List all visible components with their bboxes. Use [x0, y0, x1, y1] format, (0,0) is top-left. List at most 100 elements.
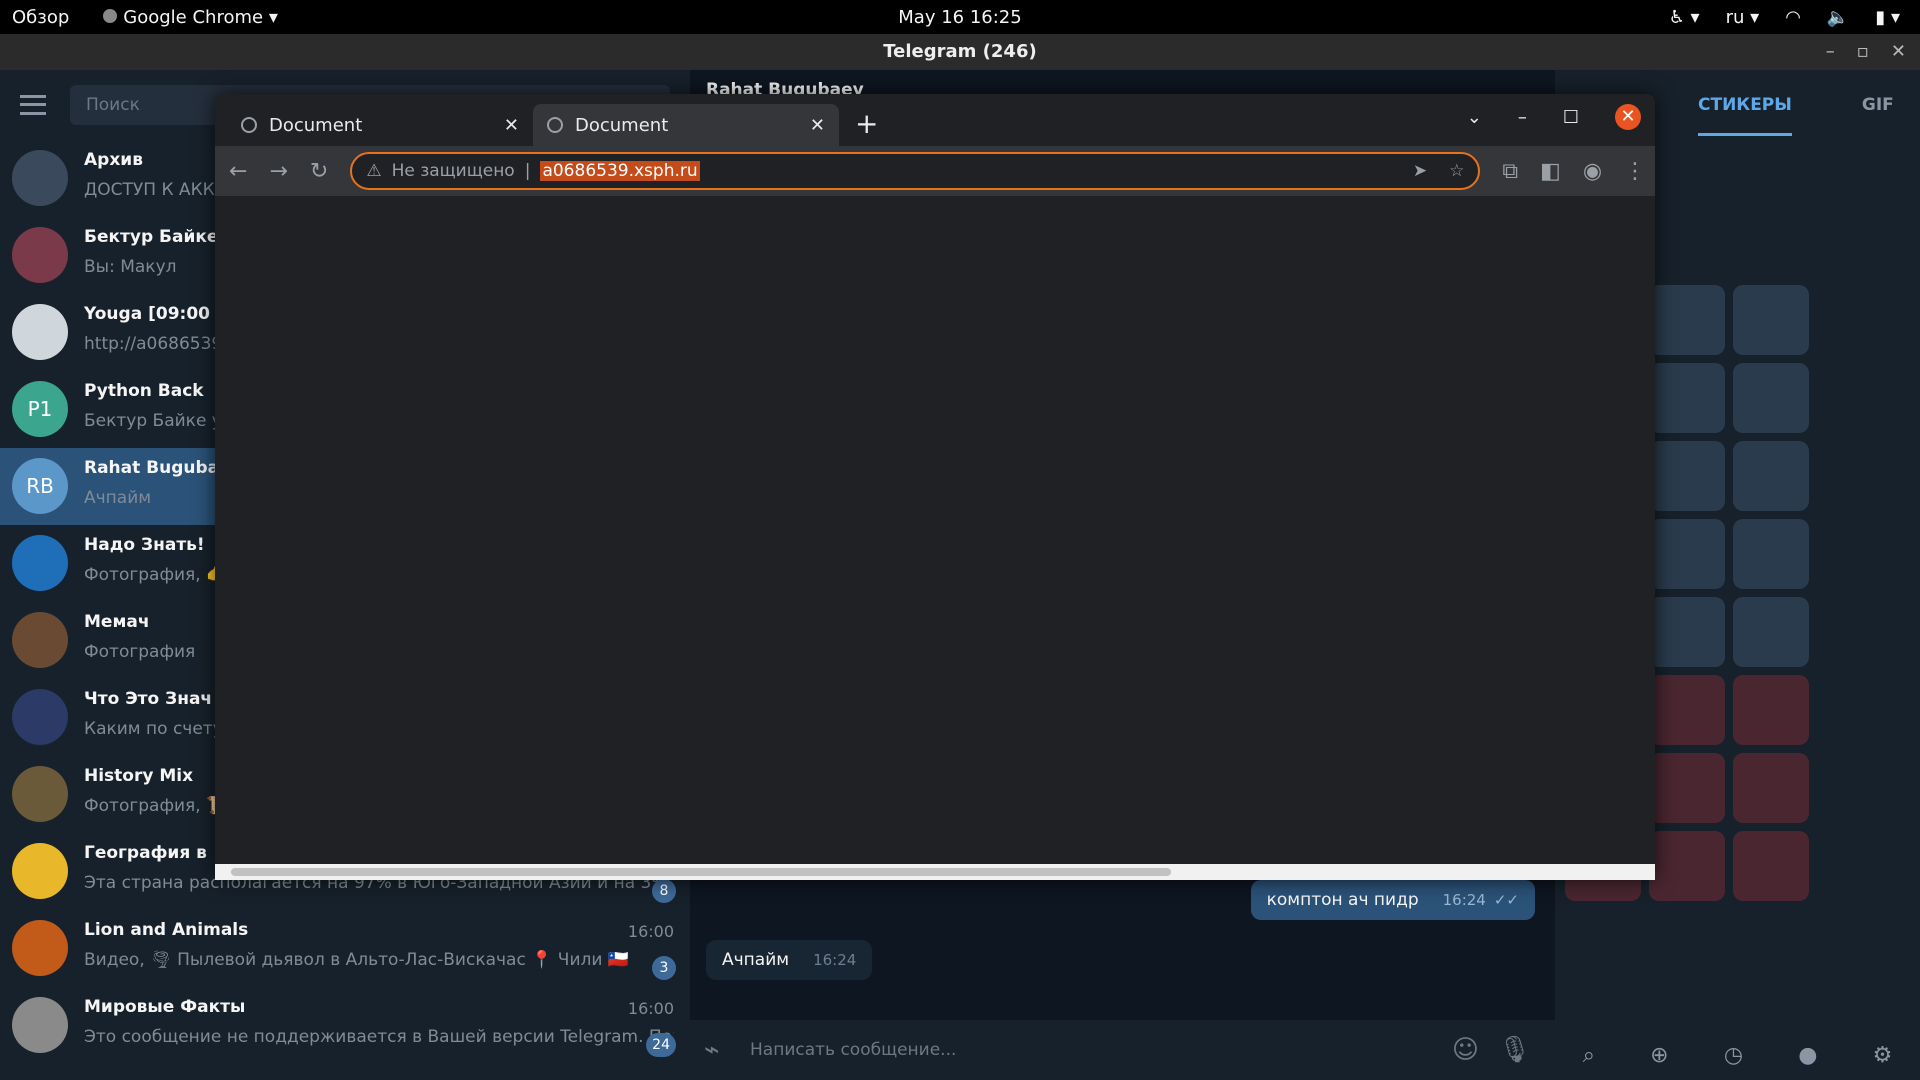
sticker-thumbnail[interactable] [1733, 675, 1809, 745]
minimize-icon[interactable]: – [1518, 107, 1527, 128]
browser-tab[interactable]: Document ✕ [227, 104, 533, 146]
avatar [12, 304, 68, 360]
url-text[interactable]: a0686539.xsph.ru [540, 161, 700, 181]
minimize-icon[interactable]: – [1826, 34, 1835, 70]
message-input[interactable]: Написать сообщение... [750, 1040, 956, 1060]
page-content-omitted [215, 196, 1655, 870]
security-label[interactable]: Не защищено [392, 161, 515, 181]
maximize-icon[interactable]: ▫ [1857, 34, 1869, 70]
sticker-set-icon[interactable]: ● [1798, 1043, 1817, 1068]
chat-item[interactable]: Lion and Animals Видео, 🌪 Пылевой дьявол … [0, 910, 690, 987]
globe-icon [241, 117, 257, 133]
window-title: Telegram (246) [883, 41, 1037, 62]
sticker-thumbnail[interactable] [1733, 285, 1809, 355]
extensions-icon[interactable]: ⧉ [1502, 159, 1518, 184]
address-bar[interactable]: ⚠ Не защищено | a0686539.xsph.ru ➤ ☆ [350, 152, 1481, 190]
message-time: 16:24 [1442, 891, 1486, 909]
accessibility-icon[interactable]: ♿ ▾ [1669, 7, 1700, 28]
scrollbar-thumb[interactable] [231, 868, 1171, 876]
tab-gif[interactable]: GIF [1862, 95, 1894, 115]
horizontal-scrollbar[interactable] [215, 864, 1655, 880]
sticker-thumbnail[interactable] [1733, 519, 1809, 589]
message-text: комптон ач пидр [1266, 890, 1419, 910]
telegram-titlebar: Telegram (246) – ▫ ✕ [0, 34, 1920, 70]
profile-avatar[interactable]: ◉ [1583, 159, 1602, 184]
chat-name: Lion and Animals [84, 920, 249, 940]
browser-tab-active[interactable]: Document ✕ [533, 104, 839, 146]
chat-name: Мировые Факты [84, 997, 246, 1017]
clock[interactable]: May 16 16:25 [0, 7, 1920, 28]
avatar [12, 997, 68, 1053]
avatar [12, 150, 68, 206]
sticker-thumbnail[interactable] [1733, 441, 1809, 511]
sticker-thumbnail[interactable] [1733, 831, 1809, 901]
close-tab-icon[interactable]: ✕ [810, 115, 825, 136]
warning-icon: ⚠ [366, 161, 382, 181]
chrome-window: Document ✕ Document ✕ + ⌄ – ☐ ✕ ← → ↻ ⚠ … [215, 94, 1655, 880]
keyboard-layout[interactable]: ru ▾ [1726, 7, 1760, 28]
maximize-icon[interactable]: ☐ [1563, 107, 1579, 128]
read-check-icon: ✓✓ [1493, 891, 1519, 909]
reload-icon[interactable]: ↻ [310, 159, 328, 184]
system-top-bar: Обзор Google Chrome ▾ May 16 16:25 ♿ ▾ r… [0, 0, 1920, 34]
avatar: RB [12, 458, 68, 514]
avatar [12, 689, 68, 745]
unread-badge: 8 [652, 879, 676, 903]
globe-icon [547, 117, 563, 133]
sticker-thumbnail[interactable] [1649, 831, 1725, 901]
message-time: 16:24 [813, 951, 857, 969]
sticker-thumbnail[interactable] [1733, 753, 1809, 823]
chat-preview: Это сообщение не поддерживается в Вашей … [84, 1027, 674, 1047]
bookmark-star-icon[interactable]: ☆ [1449, 161, 1464, 181]
new-tab-icon[interactable]: + [855, 107, 878, 140]
close-icon[interactable]: ✕ [1891, 34, 1906, 70]
tab-stickers[interactable]: СТИКЕРЫ [1698, 74, 1792, 136]
menu-kebab-icon[interactable]: ⋮ [1624, 159, 1646, 184]
avatar [12, 227, 68, 283]
attach-icon[interactable]: ⌁ [704, 1035, 720, 1065]
menu-icon[interactable] [20, 95, 46, 115]
wifi-icon[interactable]: ◠ [1785, 7, 1801, 28]
tab-title: Document [575, 114, 669, 136]
sticker-thumbnail[interactable] [1733, 597, 1809, 667]
volume-icon[interactable]: 🔈 [1827, 7, 1849, 28]
avatar [12, 612, 68, 668]
sticker-thumbnail[interactable] [1649, 753, 1725, 823]
unread-badge: 3 [652, 956, 676, 980]
settings-icon[interactable]: ⚙ [1873, 1043, 1893, 1068]
sticker-thumbnail[interactable] [1649, 597, 1725, 667]
recent-icon[interactable]: ◷ [1724, 1043, 1743, 1068]
chat-preview: Видео, 🌪 Пылевой дьявол в Альто-Лас-Виск… [84, 950, 629, 970]
side-panel-icon[interactable]: ◧ [1540, 159, 1561, 184]
battery-icon[interactable]: ▮ ▾ [1875, 7, 1900, 28]
avatar [12, 920, 68, 976]
sticker-thumbnail[interactable] [1649, 285, 1725, 355]
message-bubble[interactable]: комптон ач пидр 16:24 ✓✓ [1250, 880, 1535, 920]
tab-title: Document [269, 114, 363, 136]
sticker-thumbnail[interactable] [1649, 441, 1725, 511]
emoji-icon[interactable]: ☺ [1452, 1035, 1479, 1065]
tab-search-icon[interactable]: ⌄ [1467, 107, 1482, 128]
sticker-thumbnail[interactable] [1649, 363, 1725, 433]
back-icon[interactable]: ← [229, 159, 247, 184]
close-icon[interactable]: ✕ [1615, 104, 1641, 130]
unread-badge: 24 [646, 1033, 676, 1057]
composer: ⌁ Написать сообщение... ☺ 🎙 [690, 1020, 1555, 1080]
chat-time: 16:00 [627, 999, 674, 1018]
avatar [12, 766, 68, 822]
avatar [12, 843, 68, 899]
forward-icon[interactable]: → [269, 159, 287, 184]
sticker-thumbnail[interactable] [1649, 675, 1725, 745]
search-icon[interactable]: ⌕ [1583, 1043, 1595, 1068]
avatar [12, 535, 68, 591]
chat-item[interactable]: Мировые Факты Это сообщение не поддержива… [0, 987, 690, 1064]
avatar: P1 [12, 381, 68, 437]
close-tab-icon[interactable]: ✕ [504, 115, 519, 136]
add-icon[interactable]: ⊕ [1650, 1043, 1668, 1068]
chat-time: 16:00 [627, 922, 674, 941]
microphone-icon[interactable]: 🎙 [1498, 1035, 1531, 1065]
sticker-thumbnail[interactable] [1649, 519, 1725, 589]
message-bubble[interactable]: Ачпайм 16:24 [706, 940, 873, 980]
send-icon[interactable]: ➤ [1413, 161, 1427, 181]
sticker-thumbnail[interactable] [1733, 363, 1809, 433]
